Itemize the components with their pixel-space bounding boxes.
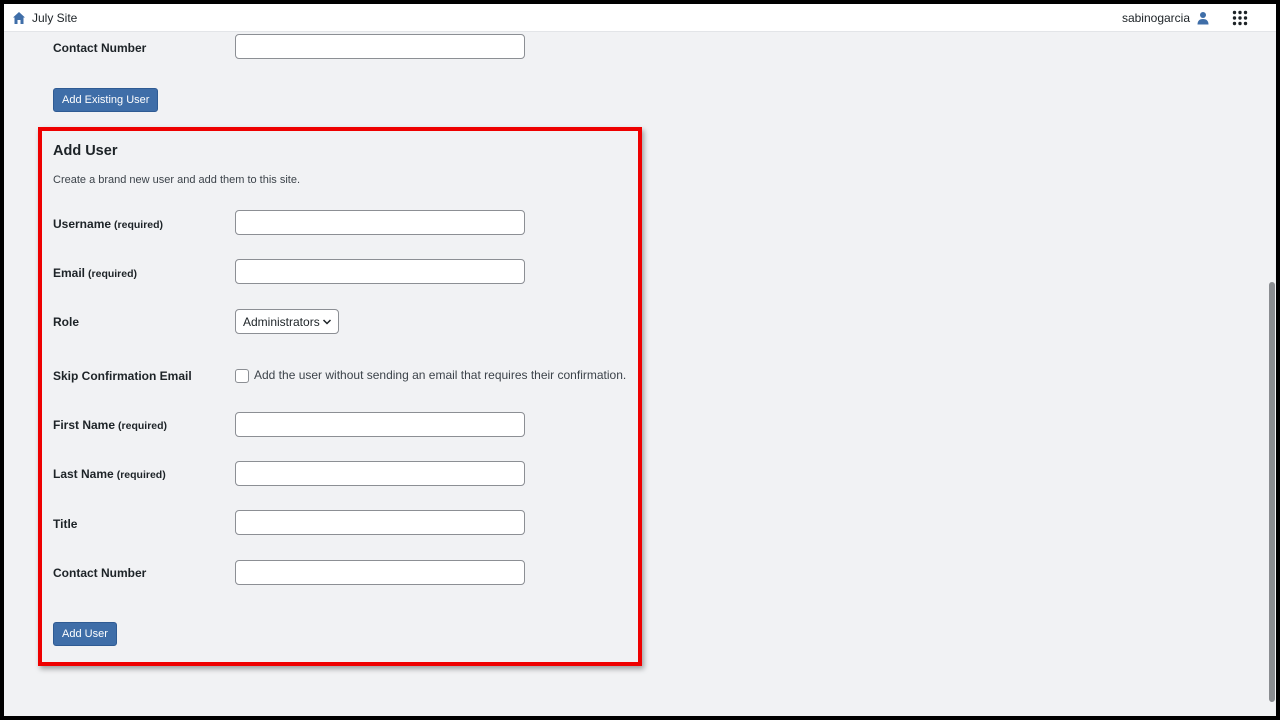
first-name-input[interactable] [235,412,525,437]
username-input[interactable] [235,210,525,235]
skip-confirmation-checkbox[interactable] [235,369,249,383]
highlight-annotation-box [38,127,642,666]
username-field-label: Username (required) [53,217,164,231]
email-input[interactable] [235,259,525,284]
required-tag: (required) [116,469,166,481]
scrollbar-thumb[interactable] [1269,282,1275,702]
contact-number-field-label: Contact Number [53,566,147,580]
top-bar: July Site sabinogarcia [4,4,1276,32]
skip-confirmation-text[interactable]: Add the user without sending an email th… [254,368,626,382]
role-field-label: Role [53,315,80,329]
existing-contact-number-label: Contact Number [53,41,147,55]
topbar-right: sabinogarcia [1122,4,1248,32]
chevron-down-icon [322,317,332,327]
skip-confirmation-label: Skip Confirmation Email [53,369,192,383]
title-input[interactable] [235,510,525,535]
role-select[interactable]: Administrators [235,309,339,334]
username-label[interactable]: sabinogarcia [1122,11,1190,25]
site-home-link[interactable]: July Site [12,11,77,25]
title-field-label: Title [53,517,78,531]
contact-number-input[interactable] [235,560,525,585]
site-name[interactable]: July Site [32,11,77,25]
add-user-button[interactable]: Add User [53,622,117,646]
required-tag: (required) [118,420,168,432]
home-icon [12,11,26,25]
apps-grid-icon[interactable] [1232,10,1248,26]
email-field-label: Email (required) [53,266,138,280]
app-frame: July Site sabinogarcia Contact Number Ad… [4,4,1276,716]
role-select-value: Administrators [243,314,320,329]
last-name-input[interactable] [235,461,525,486]
first-name-field-label: First Name (required) [53,418,168,432]
add-user-heading: Add User [53,143,118,159]
add-user-description: Create a brand new user and add them to … [53,174,301,186]
add-existing-user-button[interactable]: Add Existing User [53,88,159,112]
last-name-field-label: Last Name (required) [53,467,166,481]
existing-contact-number-input[interactable] [235,34,525,59]
required-tag: (required) [88,268,138,280]
required-tag: (required) [114,219,164,231]
user-icon[interactable] [1196,11,1210,25]
